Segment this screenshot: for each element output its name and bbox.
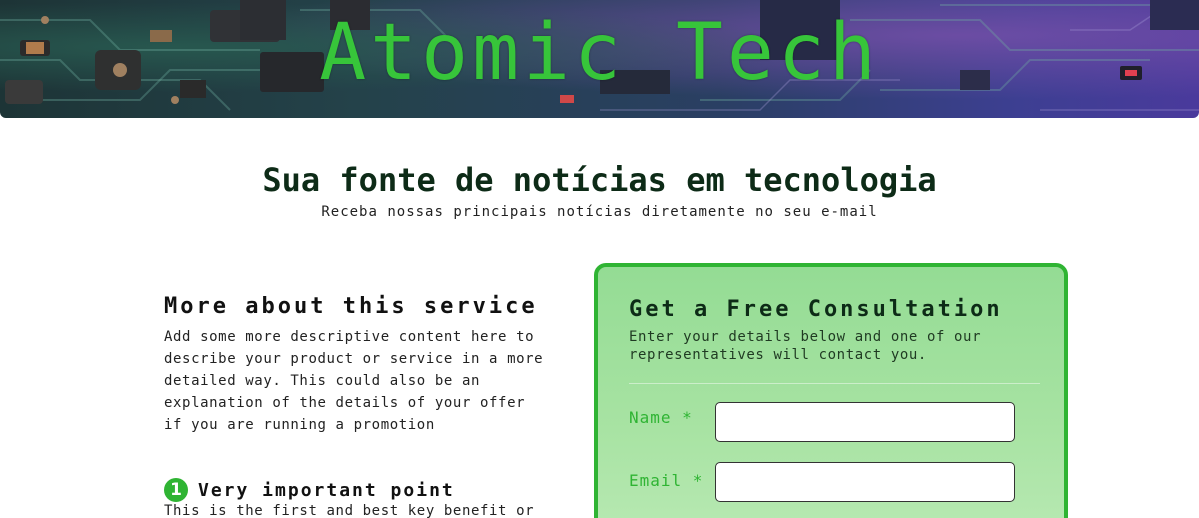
form-description: Enter your details below and one of our …: [629, 329, 982, 363]
landing-page: Atomic Tech Sua fonte de notícias em tec…: [0, 0, 1199, 518]
site-title: Atomic Tech: [319, 8, 880, 98]
hero-banner: Atomic Tech: [0, 0, 1199, 118]
consultation-form-card: Get a Free Consultation Enter your detai…: [594, 263, 1068, 518]
point-description: This is the first and best key benefit o…: [164, 503, 535, 518]
form-title: Get a Free Consultation: [629, 297, 1003, 322]
email-field-label: Email *: [629, 471, 704, 490]
point-number-badge: 1: [164, 478, 188, 502]
name-field-label: Name *: [629, 408, 693, 427]
name-field[interactable]: [715, 402, 1015, 442]
email-field[interactable]: [715, 462, 1015, 502]
form-divider: [629, 383, 1040, 384]
benefit-point: 1 Very important point: [164, 478, 455, 502]
about-title: More about this service: [164, 294, 538, 319]
point-title: Very important point: [198, 479, 455, 501]
page-subheadline: Receba nossas principais notícias direta…: [321, 204, 878, 220]
about-description: Add some more descriptive content here t…: [164, 329, 544, 433]
page-headline: Sua fonte de notícias em tecnologia: [262, 161, 937, 199]
